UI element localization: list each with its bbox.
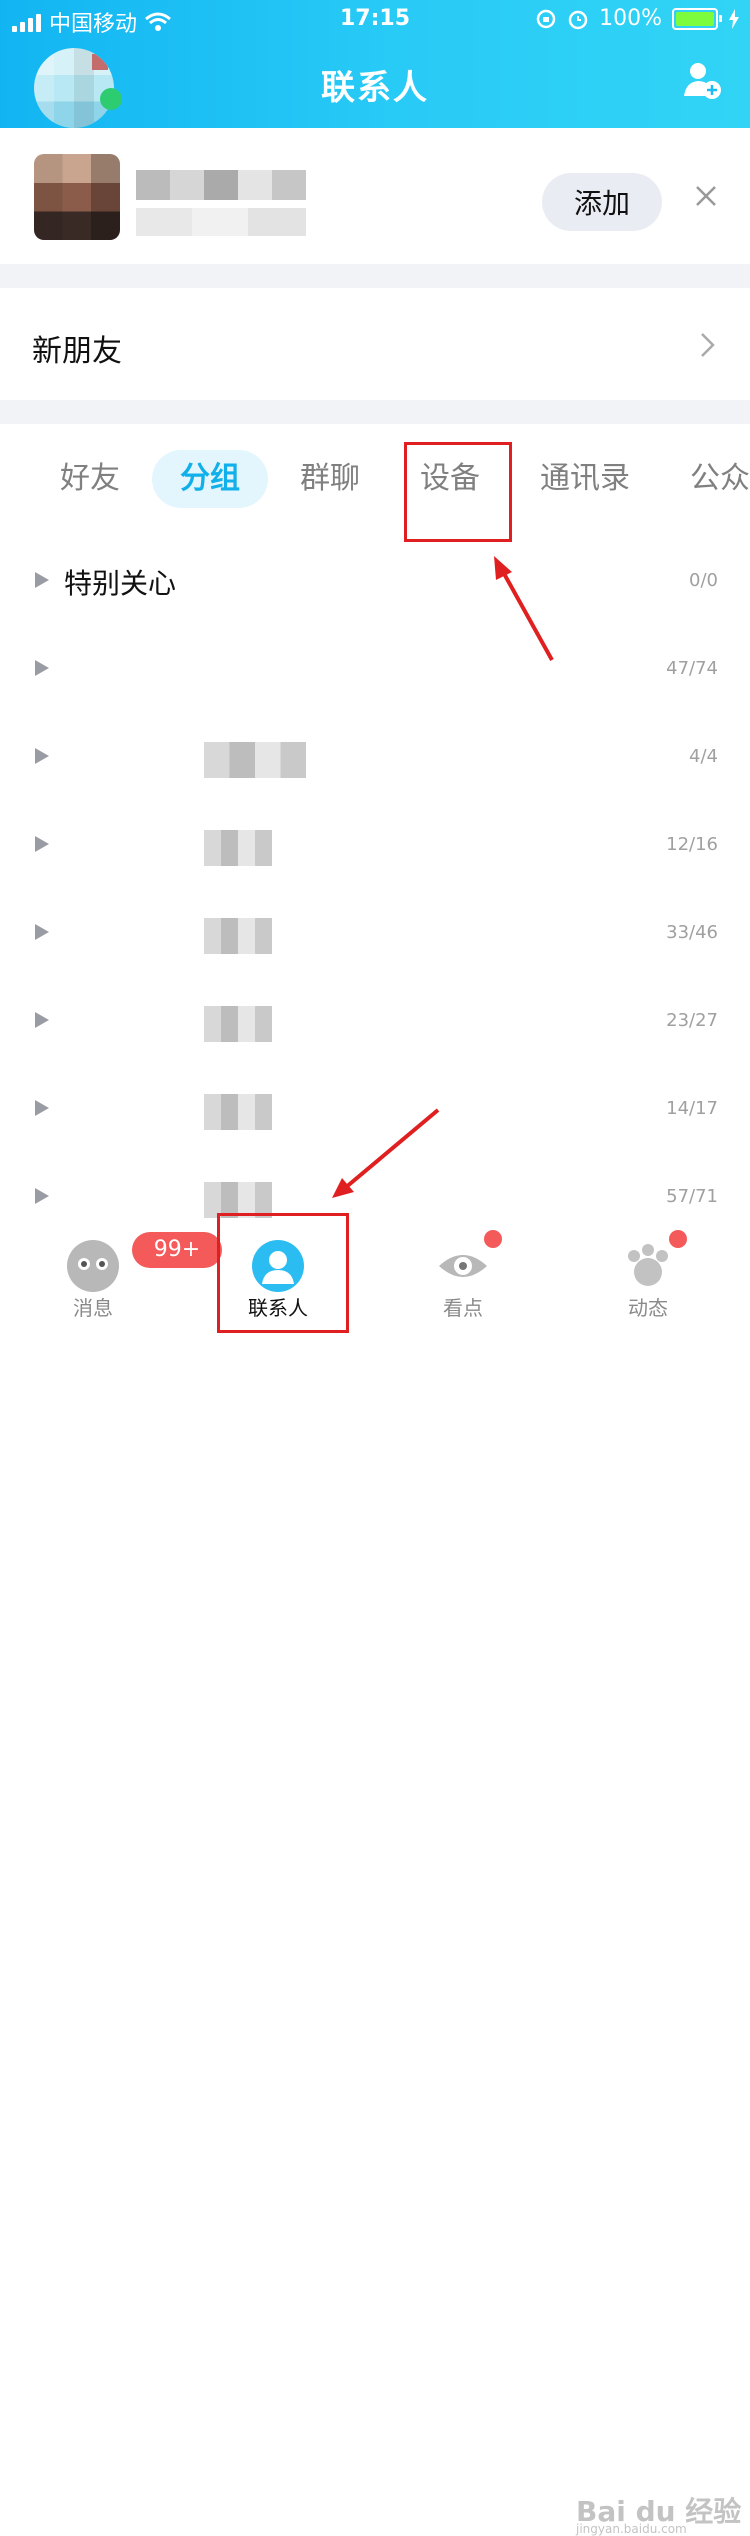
expand-triangle-icon <box>35 1188 49 1204</box>
chevron-right-icon <box>701 333 715 357</box>
expand-triangle-icon <box>35 1012 49 1028</box>
group-count: 14/17 <box>666 1098 718 1119</box>
tabbar-label: 消息 <box>73 1296 113 1320</box>
group-row[interactable]: 特别关心 0/0 <box>0 540 750 628</box>
group-name-blurred <box>204 1006 272 1042</box>
group-count: 23/27 <box>666 1010 718 1031</box>
rotation-lock-icon <box>536 9 556 28</box>
group-row[interactable]: 12/16 <box>0 804 750 892</box>
status-right: 100% <box>535 6 740 31</box>
close-icon[interactable] <box>694 184 718 208</box>
recommended-avatar[interactable] <box>34 154 120 240</box>
tabbar-label: 动态 <box>628 1296 668 1320</box>
tabbar-messages[interactable]: 99+ 消息 <box>18 1224 222 1334</box>
notification-dot <box>484 1230 502 1248</box>
group-row[interactable]: 14/17 <box>0 1068 750 1156</box>
expand-triangle-icon <box>35 1100 49 1116</box>
expand-triangle-icon <box>35 660 49 676</box>
eye-icon <box>439 1255 487 1277</box>
group-count: 47/74 <box>666 658 718 679</box>
group-count: 57/71 <box>666 1186 718 1207</box>
group-name-blurred <box>204 1094 272 1130</box>
battery-icon <box>672 7 722 30</box>
contact-tabs: 好友 分组 群聊 设备 通讯录 公众 <box>0 424 750 540</box>
paw-icon <box>628 1244 668 1286</box>
add-button[interactable]: 添加 <box>542 173 662 231</box>
status-bar: 中国移动 17:15 100% <box>0 0 750 40</box>
group-row[interactable]: 33/46 <box>0 892 750 980</box>
expand-triangle-icon <box>35 748 49 764</box>
group-name-blurred <box>204 918 272 954</box>
recommended-contact-row: 添加 <box>0 128 750 264</box>
tab-address-book[interactable]: 通讯录 <box>540 450 630 508</box>
recommended-name-blurred <box>136 170 306 200</box>
tab-friends[interactable]: 好友 <box>60 450 120 508</box>
tabbar-moments[interactable]: 动态 <box>573 1224 723 1334</box>
new-friends-label: 新朋友 <box>32 334 122 369</box>
group-count: 4/4 <box>689 746 718 767</box>
add-contact-icon[interactable] <box>682 60 722 100</box>
alarm-icon <box>568 10 588 29</box>
page-title: 联系人 <box>321 68 429 108</box>
group-row[interactable]: 4/4 <box>0 716 750 804</box>
group-row[interactable]: 47/74 <box>0 628 750 716</box>
charging-icon <box>729 8 739 29</box>
expand-triangle-icon <box>35 572 49 588</box>
tabbar-discover[interactable]: 看点 <box>388 1224 538 1334</box>
notification-dot <box>669 1230 687 1248</box>
message-icon <box>67 1240 119 1292</box>
group-name: 特别关心 <box>64 567 177 600</box>
group-name-blurred <box>204 742 306 778</box>
expand-triangle-icon <box>35 924 49 940</box>
group-count: 12/16 <box>666 834 718 855</box>
group-count: 0/0 <box>689 570 718 591</box>
group-name-blurred <box>204 830 272 866</box>
expand-triangle-icon <box>35 836 49 852</box>
highlight-box-devices <box>404 442 512 542</box>
tab-public-accounts[interactable]: 公众 <box>690 450 750 508</box>
group-row[interactable]: 23/27 <box>0 980 750 1068</box>
bottom-tab-bar: 99+ 消息 联系人 看点 动态 Bai du 经验 jingyan.baidu… <box>0 1224 750 2536</box>
tab-group-chats[interactable]: 群聊 <box>300 450 360 508</box>
new-friends-row[interactable]: 新朋友 <box>0 288 750 400</box>
watermark-url: jingyan.baidu.com <box>576 2522 687 2536</box>
recommended-info-blurred <box>136 208 306 236</box>
section-divider <box>0 264 750 288</box>
section-divider <box>0 400 750 424</box>
top-header: 中国移动 17:15 100% 联系人 <box>0 0 750 128</box>
battery-percent: 100% <box>599 6 662 31</box>
highlight-box-contacts <box>217 1213 349 1333</box>
group-count: 33/46 <box>666 922 718 943</box>
tabbar-label: 看点 <box>443 1296 483 1320</box>
tab-groups[interactable]: 分组 <box>152 450 268 508</box>
